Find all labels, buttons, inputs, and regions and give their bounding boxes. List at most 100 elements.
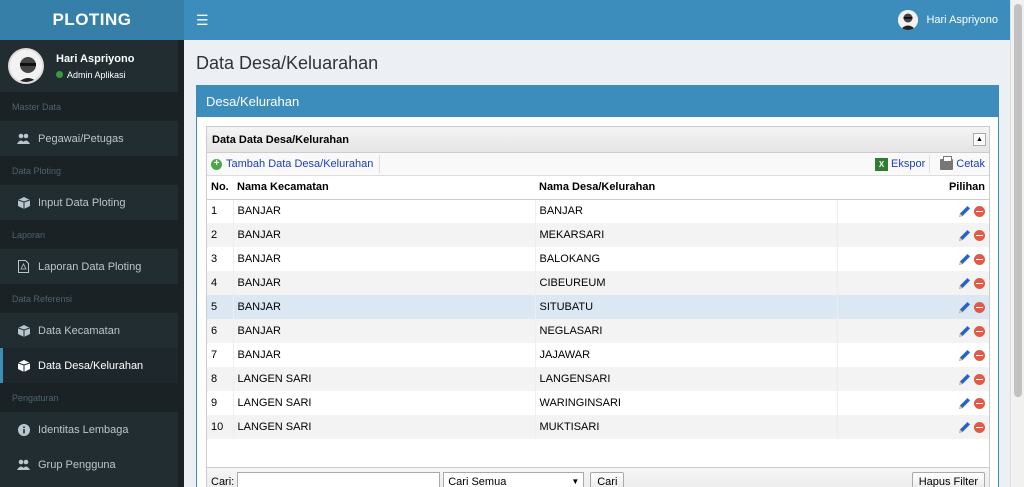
- cell-desa: MUKTISARI: [535, 415, 838, 439]
- app-logo[interactable]: PLOTING: [0, 0, 184, 40]
- column-header-desa[interactable]: Nama Desa/Kelurahan: [535, 176, 837, 200]
- delete-icon[interactable]: [974, 325, 985, 337]
- cell-actions: [837, 319, 989, 343]
- scrollbar-thumb[interactable]: [1014, 4, 1022, 397]
- cell-desa: MEKARSARI: [535, 223, 838, 247]
- sidebar-item-label: Identitas Lembaga: [38, 423, 129, 436]
- sidebar-item-identitas-lembaga[interactable]: Identitas Lembaga: [0, 412, 184, 447]
- table-row[interactable]: 7 BANJAR JAJAWAR: [207, 343, 989, 367]
- users-icon: [17, 458, 30, 471]
- export-button[interactable]: X Ekspor: [871, 157, 926, 171]
- edit-pencil-icon[interactable]: [958, 301, 971, 314]
- cell-kecamatan: BANJAR: [233, 199, 536, 223]
- sidebar-item-data-desa[interactable]: Data Desa/Kelurahan: [0, 348, 184, 383]
- sidebar-item-label: Laporan Data Ploting: [38, 260, 142, 273]
- sidebar-item-label: Pegawai/Petugas: [38, 132, 124, 145]
- delete-icon[interactable]: [974, 301, 985, 313]
- delete-icon[interactable]: [974, 349, 985, 361]
- sidebar-item-data-kecamatan[interactable]: Data Kecamatan: [0, 313, 184, 348]
- edit-pencil-icon[interactable]: [958, 277, 971, 290]
- delete-icon[interactable]: [974, 373, 985, 385]
- delete-icon[interactable]: [974, 229, 985, 241]
- print-button[interactable]: Cetak: [936, 155, 985, 170]
- cube-icon: [17, 196, 30, 209]
- cell-kecamatan: LANGEN SARI: [233, 391, 536, 415]
- table-row[interactable]: 3 BANJAR BALOKANG: [207, 247, 989, 271]
- delete-icon[interactable]: [974, 253, 985, 265]
- user-role: Admin Aplikasi: [67, 69, 126, 80]
- add-icon: +: [211, 158, 222, 170]
- collapse-grid-button[interactable]: ▲: [973, 133, 986, 146]
- search-label: Cari:: [211, 475, 235, 487]
- table-row[interactable]: 9 LANGEN SARI WARINGINSARI: [207, 391, 989, 415]
- cell-actions: [837, 223, 989, 247]
- add-desa-label: Tambah Data Desa/Kelurahan: [226, 158, 374, 170]
- menu-header-data-ploting: Data Ploting: [0, 156, 184, 185]
- table-body: 1 BANJAR BANJAR 2 BANJAR MEKARSARI 3 BANJAR BALO…: [207, 199, 989, 439]
- cell-desa: CIBEUREUM: [535, 271, 838, 295]
- sidebar-item-laporan-ploting[interactable]: Laporan Data Ploting: [0, 249, 184, 284]
- sidebar-item-grup-pengguna[interactable]: Grup Pengguna: [0, 447, 184, 482]
- printer-icon: [940, 155, 954, 170]
- add-desa-button[interactable]: + Tambah Data Desa/Kelurahan: [211, 158, 373, 170]
- column-header-pilihan: Pilihan: [837, 176, 989, 200]
- menu-toggle-icon[interactable]: ☰: [196, 12, 209, 29]
- online-status-icon: [56, 71, 63, 78]
- cube-icon: [17, 324, 30, 337]
- column-header-kecamatan[interactable]: Nama Kecamatan: [233, 176, 535, 200]
- delete-icon[interactable]: [974, 421, 985, 433]
- toolbar-divider: [929, 155, 931, 173]
- cell-actions: [837, 343, 989, 367]
- edit-pencil-icon[interactable]: [958, 373, 971, 386]
- table-row[interactable]: 4 BANJAR CIBEUREUM: [207, 271, 989, 295]
- export-label: Ekspor: [891, 158, 926, 170]
- table-row[interactable]: 2 BANJAR MEKARSARI: [207, 223, 989, 247]
- print-label: Cetak: [956, 158, 985, 170]
- cell-no: 6: [207, 319, 234, 343]
- table-row[interactable]: 1 BANJAR BANJAR: [207, 199, 989, 223]
- table-row[interactable]: 5 BANJAR SITUBATU: [207, 295, 989, 319]
- search-field-select[interactable]: Cari Semua ▼: [443, 472, 585, 487]
- avatar: [8, 48, 44, 84]
- sidebar-item-pegawai[interactable]: Pegawai/Petugas: [0, 121, 184, 156]
- cell-kecamatan: BANJAR: [233, 271, 536, 295]
- user-avatar-icon: [898, 10, 919, 30]
- table-row[interactable]: 10 LANGEN SARI MUKTISARI: [207, 415, 989, 439]
- cell-no: 2: [207, 223, 234, 247]
- menu-header-master-data: Master Data: [0, 92, 184, 121]
- grid-title: Data Data Desa/Kelurahan ▲: [207, 127, 989, 153]
- edit-pencil-icon[interactable]: [958, 349, 971, 362]
- delete-icon[interactable]: [974, 205, 985, 217]
- data-grid: Data Data Desa/Kelurahan ▲ + Tambah Data…: [206, 126, 990, 487]
- edit-pencil-icon[interactable]: [958, 397, 971, 410]
- table-row[interactable]: 8 LANGEN SARI LANGENSARI: [207, 367, 989, 391]
- search-button[interactable]: Cari: [590, 472, 625, 487]
- edit-pencil-icon[interactable]: [958, 421, 971, 434]
- edit-pencil-icon[interactable]: [958, 325, 971, 338]
- clear-filter-button[interactable]: Hapus Filter: [911, 472, 985, 487]
- cell-kecamatan: BANJAR: [233, 343, 536, 367]
- table-row[interactable]: 6 BANJAR NEGLASARI: [207, 319, 989, 343]
- edit-pencil-icon[interactable]: [958, 205, 971, 218]
- pdf-file-icon: [17, 260, 30, 273]
- search-field-value: Cari Semua: [448, 475, 507, 487]
- delete-icon[interactable]: [974, 397, 985, 409]
- cell-actions: [837, 415, 989, 439]
- edit-pencil-icon[interactable]: [958, 229, 971, 242]
- column-header-no[interactable]: No.: [207, 176, 233, 200]
- cell-actions: [837, 271, 989, 295]
- cell-kecamatan: LANGEN SARI: [233, 415, 536, 439]
- user-menu[interactable]: Hari Aspriyono: [898, 10, 998, 30]
- dropdown-arrow-icon: ▼: [571, 477, 580, 486]
- edit-pencil-icon[interactable]: [958, 253, 971, 266]
- cell-no: 7: [207, 343, 234, 367]
- delete-icon[interactable]: [974, 277, 985, 289]
- info-icon: [17, 423, 30, 436]
- cell-no: 3: [207, 247, 234, 271]
- cell-actions: [837, 199, 989, 223]
- sidebar-item-input-ploting[interactable]: Input Data Ploting: [0, 185, 184, 220]
- page-scrollbar[interactable]: [1010, 0, 1024, 487]
- cell-no: 8: [207, 367, 234, 391]
- search-input[interactable]: [237, 472, 441, 487]
- user-panel: Hari Aspriyono Admin Aplikasi: [0, 40, 184, 92]
